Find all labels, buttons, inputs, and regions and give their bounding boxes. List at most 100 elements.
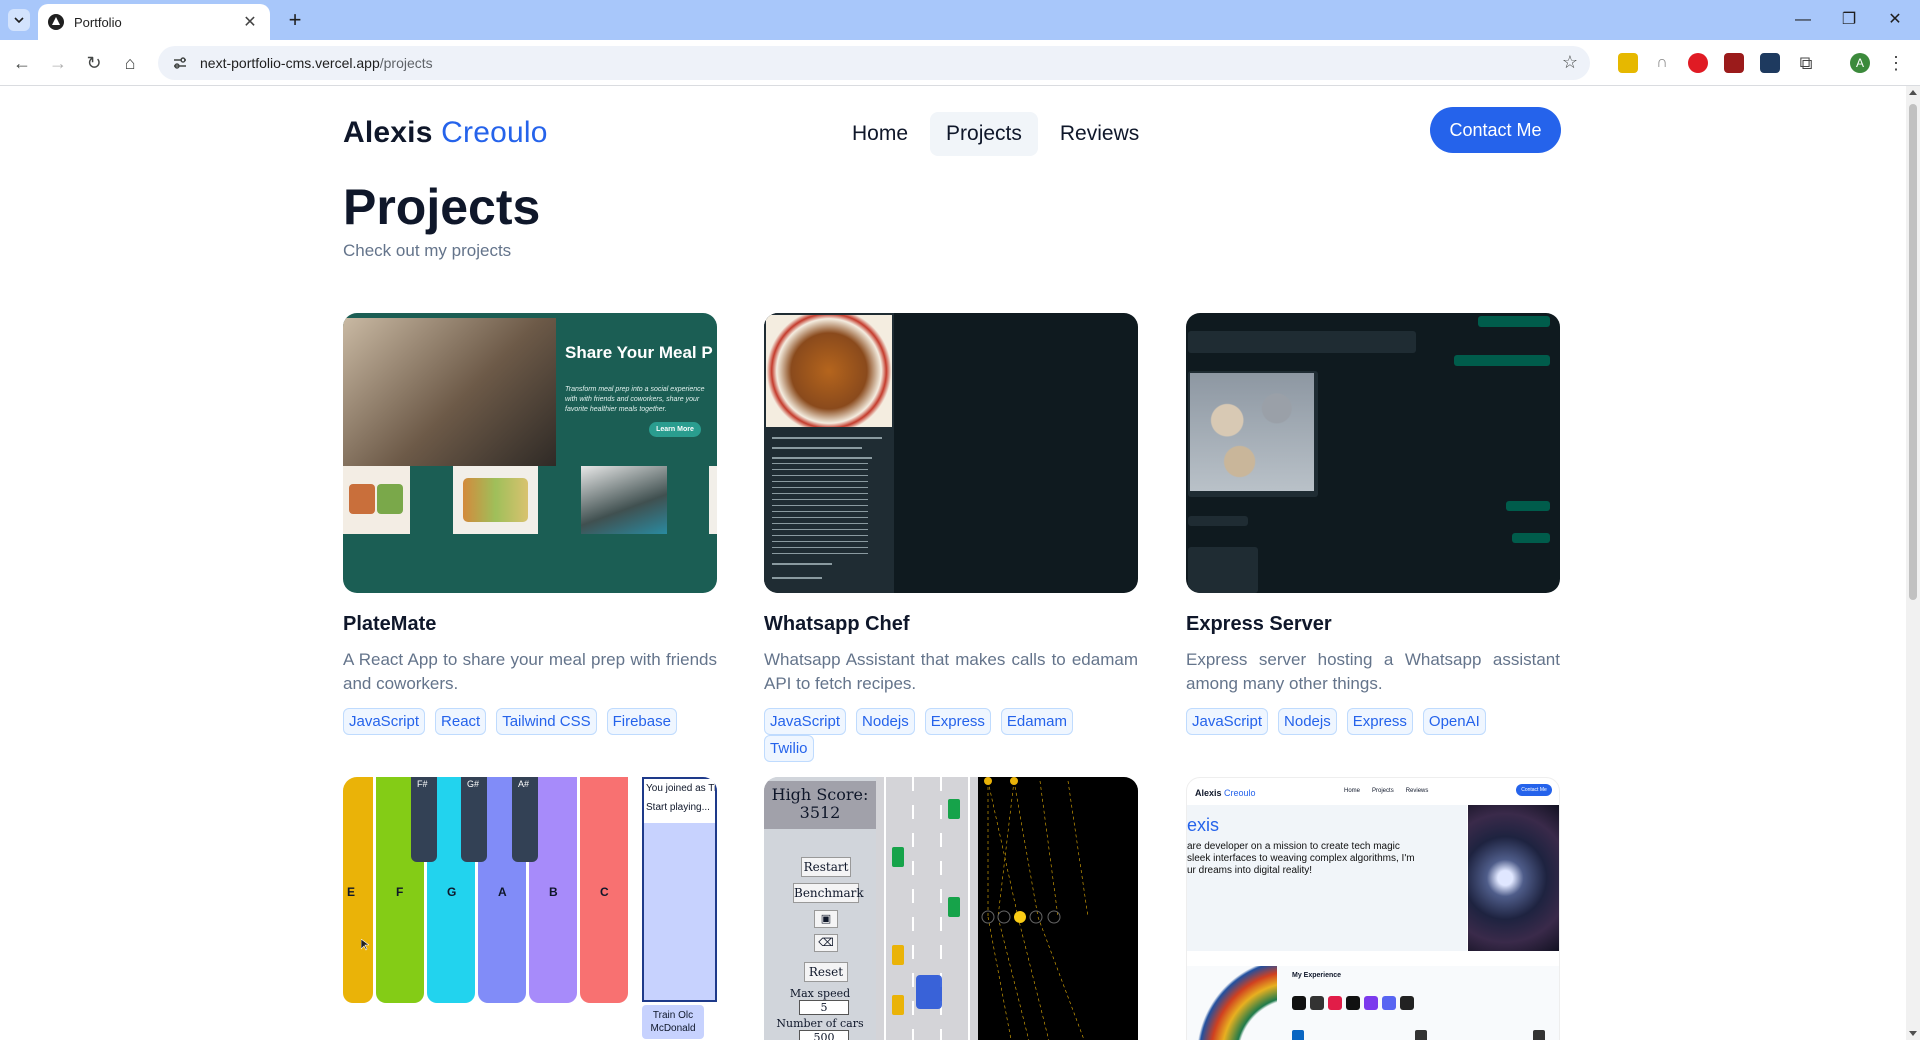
react-devtools-icon[interactable] <box>1760 53 1780 73</box>
project-card-platemate[interactable]: Share Your Meal P Friends and Cow Transf… <box>343 313 717 735</box>
piano-key-black: F# <box>411 777 437 862</box>
scroll-down-icon[interactable] <box>1909 1031 1917 1036</box>
extension-icon[interactable] <box>1618 53 1638 73</box>
user-chip-line: Train Olc <box>652 1010 694 1021</box>
logo-first-name: Alexis <box>343 116 433 149</box>
tab-search-button[interactable] <box>8 9 30 31</box>
close-window-button[interactable]: ✕ <box>1872 6 1918 34</box>
preview-logo-last: Creoulo <box>1224 788 1256 798</box>
home-icon[interactable]: ⌂ <box>116 49 144 77</box>
benchmark-button[interactable]: Benchmark <box>793 883 864 903</box>
traffic-car <box>948 897 960 917</box>
site-settings-icon[interactable] <box>172 55 188 71</box>
piano-key-label: F <box>396 885 404 899</box>
tag: OpenAI <box>1422 708 1486 735</box>
tech-icon <box>1382 996 1396 1010</box>
preview-experience-section: My Experience <box>1187 966 1559 1040</box>
new-tab-button[interactable]: + <box>282 8 308 34</box>
user-chip-line: McDonald <box>650 1023 696 1034</box>
nav-reviews[interactable]: Reviews <box>1044 112 1155 156</box>
github-icon <box>1415 1030 1427 1040</box>
chat-bubble-out <box>1512 533 1550 543</box>
project-thumbnail[interactable]: Share Your Meal P Friends and Cow Transf… <box>343 313 717 593</box>
forward-icon[interactable]: → <box>44 49 72 77</box>
minimize-button[interactable]: — <box>1780 6 1826 34</box>
preview-logo-first: Alexis <box>1195 788 1222 798</box>
piano-key-label: G <box>447 885 457 899</box>
trash-icon[interactable]: ⌫ <box>814 934 838 952</box>
reload-icon[interactable]: ↻ <box>80 49 108 77</box>
tech-icon <box>1364 996 1378 1010</box>
tag: Edamam <box>1000 708 1073 735</box>
extensions-puzzle-icon[interactable]: ⧉ <box>1796 53 1816 73</box>
nav-projects[interactable]: Projects <box>930 112 1038 156</box>
scrollbar-thumb[interactable] <box>1909 104 1917 600</box>
vercel-favicon-icon <box>48 14 64 30</box>
tab-title: Portfolio <box>74 14 122 30</box>
project-tags: JavaScript React Tailwind CSS Firebase <box>343 708 717 735</box>
project-title: Express Server <box>1186 613 1332 635</box>
project-thumbnail[interactable] <box>764 313 1138 593</box>
project-card-self-driving-cars[interactable]: High Score: 3512 Restart Benchmark ▣ ⌫ R… <box>764 777 1138 1040</box>
thumb-body: Transform meal prep into a social experi… <box>565 386 705 413</box>
tag: Tailwind CSS <box>496 708 597 735</box>
preview-nav-item: Projects <box>1372 788 1394 794</box>
close-tab-icon[interactable]: ✕ <box>240 12 260 32</box>
project-card-express-server[interactable]: Express Server Express server hosting a … <box>1186 313 1560 735</box>
project-thumbnail[interactable] <box>1186 313 1560 593</box>
tag: Twilio <box>764 735 814 762</box>
page-scrollbar[interactable] <box>1906 86 1920 1040</box>
bookmark-star-icon[interactable]: ☆ <box>1562 52 1578 73</box>
project-card-portfolio[interactable]: Alexis Creoulo Home Projects Reviews Con… <box>1186 777 1560 1040</box>
preview-logo: Alexis Creoulo <box>1195 788 1256 798</box>
opera-extension-icon[interactable] <box>1688 53 1708 73</box>
scroll-up-icon[interactable] <box>1909 90 1917 95</box>
cats-on-moon-image <box>1190 373 1314 491</box>
save-icon[interactable]: ▣ <box>814 910 838 928</box>
chat-image-bubble <box>1188 371 1318 497</box>
back-icon[interactable]: ← <box>8 49 36 77</box>
address-bar[interactable]: next-portfolio-cms.vercel.app/projects ☆ <box>158 46 1590 80</box>
project-card-piano[interactable]: E F G A B C F# G# A# You joined as Ti St… <box>343 777 717 1040</box>
preview-nav-item: Reviews <box>1405 788 1429 794</box>
browser-tab[interactable]: Portfolio ✕ <box>38 4 270 40</box>
contact-me-button[interactable]: Contact Me <box>1430 107 1561 153</box>
chat-bubble-out <box>1478 316 1550 327</box>
ai-car <box>892 995 904 1015</box>
nav-home[interactable]: Home <box>836 112 924 156</box>
preview-galaxy-image <box>1468 805 1559 951</box>
restore-button[interactable]: ❐ <box>1826 6 1872 34</box>
site-logo[interactable]: Alexis Creoulo <box>343 116 548 150</box>
project-description: A React App to share your meal prep with… <box>343 650 717 693</box>
logo-last-name: Creoulo <box>441 116 548 149</box>
page-title: Projects <box>343 179 541 235</box>
high-score-value: 3512 <box>799 803 841 822</box>
tech-icon <box>1292 996 1306 1010</box>
traffic-car <box>892 847 904 867</box>
neural-network-canvas <box>978 777 1138 1040</box>
url-host: next-portfolio-cms.vercel.app <box>200 55 380 71</box>
url-path: /projects <box>379 55 433 71</box>
project-tags: JavaScript Nodejs Express Edamam Twilio <box>764 708 1138 762</box>
main-nav: Home Projects Reviews <box>836 112 1161 156</box>
piano-key-label: B <box>549 885 558 899</box>
restart-button[interactable]: Restart <box>801 857 851 877</box>
preview-hero-line: are developer on a mission to create tec… <box>1187 841 1400 852</box>
tag: JavaScript <box>764 708 847 735</box>
max-speed-input[interactable]: 5 <box>799 1000 849 1015</box>
piano-key-label: F# <box>417 779 428 789</box>
profile-avatar-icon[interactable]: A <box>1850 53 1870 73</box>
piano-chat-messages: You joined as Ti Start playing... <box>644 779 715 823</box>
best-car <box>916 975 942 1009</box>
number-of-cars-input[interactable]: 500 <box>799 1030 849 1040</box>
menu-kebab-icon[interactable]: ⋮ <box>1886 53 1906 73</box>
ublock-icon[interactable] <box>1724 53 1744 73</box>
preview-tech-icons <box>1292 996 1414 1010</box>
meal-photo <box>343 466 410 534</box>
extension-arc-icon[interactable]: ∩ <box>1652 53 1672 73</box>
restaurant-photo <box>343 318 556 466</box>
tag: React <box>435 708 487 735</box>
curry-photo <box>766 315 892 427</box>
project-card-whatsapp-chef[interactable]: Whatsapp Chef Whatsapp Assistant that ma… <box>764 313 1138 762</box>
reset-button[interactable]: Reset <box>804 962 848 982</box>
